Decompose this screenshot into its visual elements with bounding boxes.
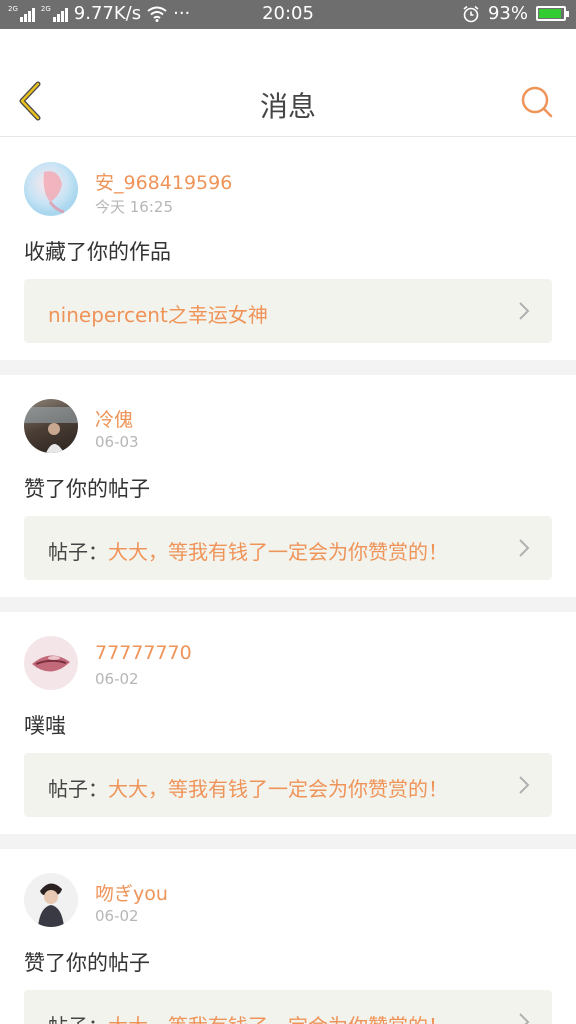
username[interactable]: 吻ぎyou — [95, 879, 168, 906]
timestamp: 今天 16:25 — [95, 198, 173, 216]
status-bar: 2G 2G 9.77K/s ··· 20:05 93% — [0, 0, 576, 29]
ref-prefix: 帖子： — [48, 777, 108, 801]
search-icon[interactable] — [520, 85, 554, 119]
username[interactable]: 冷傀 — [95, 405, 133, 432]
avatar[interactable] — [24, 636, 78, 690]
chevron-right-icon — [519, 302, 530, 320]
avatar-image — [24, 407, 78, 453]
avatar-image — [43, 171, 65, 214]
chevron-right-icon — [519, 776, 530, 794]
timestamp: 06-02 — [95, 907, 139, 925]
chevron-right-icon — [519, 539, 530, 557]
message-item[interactable]: 77777770 06-02 噗嗤 帖子：大大，等我有钱了一定会为你赞赏的！ — [0, 612, 576, 834]
avatar[interactable] — [24, 162, 78, 216]
divider — [0, 360, 576, 375]
battery-percent: 93% — [487, 3, 528, 24]
message-item[interactable]: 吻ぎyou 06-02 赞了你的帖子 帖子：大大，等我有钱了一定会为你赞赏的！ — [0, 849, 576, 1024]
ref-prefix: 帖子： — [48, 540, 108, 564]
timestamp: 06-03 — [95, 433, 139, 451]
message-item[interactable]: 冷傀 06-03 赞了你的帖子 帖子：大大，等我有钱了一定会为你赞赏的！ — [0, 375, 576, 597]
avatar[interactable] — [24, 399, 78, 453]
alarm-icon — [463, 5, 479, 22]
ref-link[interactable]: ninepercent之幸运女神 — [24, 279, 552, 343]
avatar-image — [38, 883, 64, 927]
action-text: 噗嗤 — [24, 714, 66, 738]
battery-icon — [536, 6, 569, 21]
ref-link[interactable]: 帖子：大大，等我有钱了一定会为你赞赏的！ — [24, 990, 552, 1024]
divider — [0, 597, 576, 612]
avatar-image — [32, 655, 70, 672]
ref-prefix: 帖子： — [48, 1014, 108, 1024]
action-text: 赞了你的帖子 — [24, 951, 150, 975]
status-right: 93% — [462, 3, 569, 24]
username[interactable]: 77777770 — [95, 642, 192, 664]
chevron-right-icon — [519, 1013, 530, 1024]
ref-title: 大大，等我有钱了一定会为你赞赏的！ — [108, 1014, 448, 1024]
timestamp: 06-02 — [95, 670, 139, 688]
ref-link[interactable]: 帖子：大大，等我有钱了一定会为你赞赏的！ — [24, 516, 552, 580]
message-item[interactable]: 安_968419596 今天 16:25 收藏了你的作品 ninepercent… — [0, 138, 576, 360]
ref-text: ninepercent之幸运女神 — [48, 299, 268, 328]
page-title: 消息 — [259, 90, 316, 123]
username[interactable]: 安_968419596 — [95, 168, 232, 195]
action-text: 收藏了你的作品 — [24, 240, 171, 264]
ref-text: 帖子：大大，等我有钱了一定会为你赞赏的！ — [48, 536, 448, 565]
action-text: 赞了你的帖子 — [24, 477, 150, 501]
ref-title: ninepercent之幸运女神 — [48, 303, 268, 327]
ref-link[interactable]: 帖子：大大，等我有钱了一定会为你赞赏的！ — [24, 753, 552, 817]
divider — [0, 834, 576, 849]
ref-text: 帖子：大大，等我有钱了一定会为你赞赏的！ — [48, 1010, 448, 1024]
ref-text: 帖子：大大，等我有钱了一定会为你赞赏的！ — [48, 773, 448, 802]
ref-title: 大大，等我有钱了一定会为你赞赏的！ — [108, 540, 448, 564]
app-header: 消息 — [0, 29, 576, 137]
ref-title: 大大，等我有钱了一定会为你赞赏的！ — [108, 777, 448, 801]
avatar[interactable] — [24, 873, 78, 927]
